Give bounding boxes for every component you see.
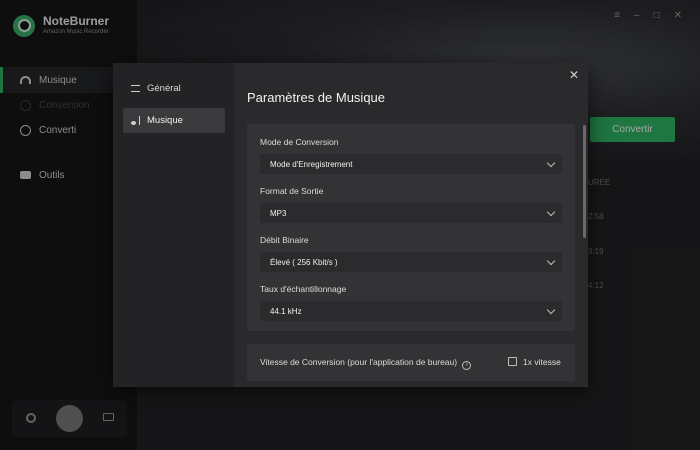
- settings-scrollbar[interactable]: [583, 125, 586, 238]
- chevron-down-icon: [546, 158, 556, 168]
- output-format-label: Format de Sortie: [260, 186, 324, 196]
- conversion-speed-label: Vitesse de Conversion (pour l'applicatio…: [260, 357, 472, 370]
- sample-rate-value: 44.1 kHz: [270, 306, 302, 316]
- music-note-icon: [131, 116, 140, 125]
- conversion-speed-text: Vitesse de Conversion (pour l'applicatio…: [260, 357, 458, 367]
- sample-rate-select[interactable]: 44.1 kHz: [260, 301, 562, 321]
- settings-nav-label: Général: [147, 83, 181, 94]
- settings-title: Paramètres de Musique: [247, 90, 386, 105]
- settings-card: Mode de Conversion Mode d'Enregistrement…: [247, 124, 575, 331]
- bitrate-select[interactable]: Élevé ( 256 Kbit/s ): [260, 252, 562, 272]
- conversion-mode-label: Mode de Conversion: [260, 137, 339, 147]
- sliders-icon: [131, 85, 140, 92]
- output-format-value: MP3: [270, 208, 287, 218]
- chevron-down-icon: [546, 207, 556, 217]
- speed-1x-checkbox[interactable]: [508, 357, 517, 366]
- chevron-down-icon: [546, 256, 556, 266]
- output-format-select[interactable]: MP3: [260, 203, 562, 223]
- close-icon[interactable]: ✕: [569, 68, 579, 82]
- sample-rate-label: Taux d'échantillonnage: [260, 284, 347, 294]
- settings-nav-general[interactable]: Général: [123, 76, 225, 101]
- settings-nav-label: Musique: [147, 115, 183, 126]
- settings-nav: Général Musique: [113, 63, 234, 387]
- bitrate-value: Élevé ( 256 Kbit/s ): [270, 257, 338, 267]
- speed-1x-label: 1x vitesse: [523, 357, 561, 367]
- conversion-mode-value: Mode d'Enregistrement: [270, 159, 353, 169]
- chevron-down-icon: [546, 305, 556, 315]
- info-icon[interactable]: i: [462, 361, 472, 370]
- settings-nav-musique[interactable]: Musique: [123, 108, 225, 133]
- settings-modal: Général Musique Paramètres de Musique ✕ …: [113, 63, 588, 387]
- conversion-speed-card: Vitesse de Conversion (pour l'applicatio…: [247, 344, 575, 381]
- bitrate-label: Débit Binaire: [260, 235, 309, 245]
- conversion-mode-select[interactable]: Mode d'Enregistrement: [260, 154, 562, 174]
